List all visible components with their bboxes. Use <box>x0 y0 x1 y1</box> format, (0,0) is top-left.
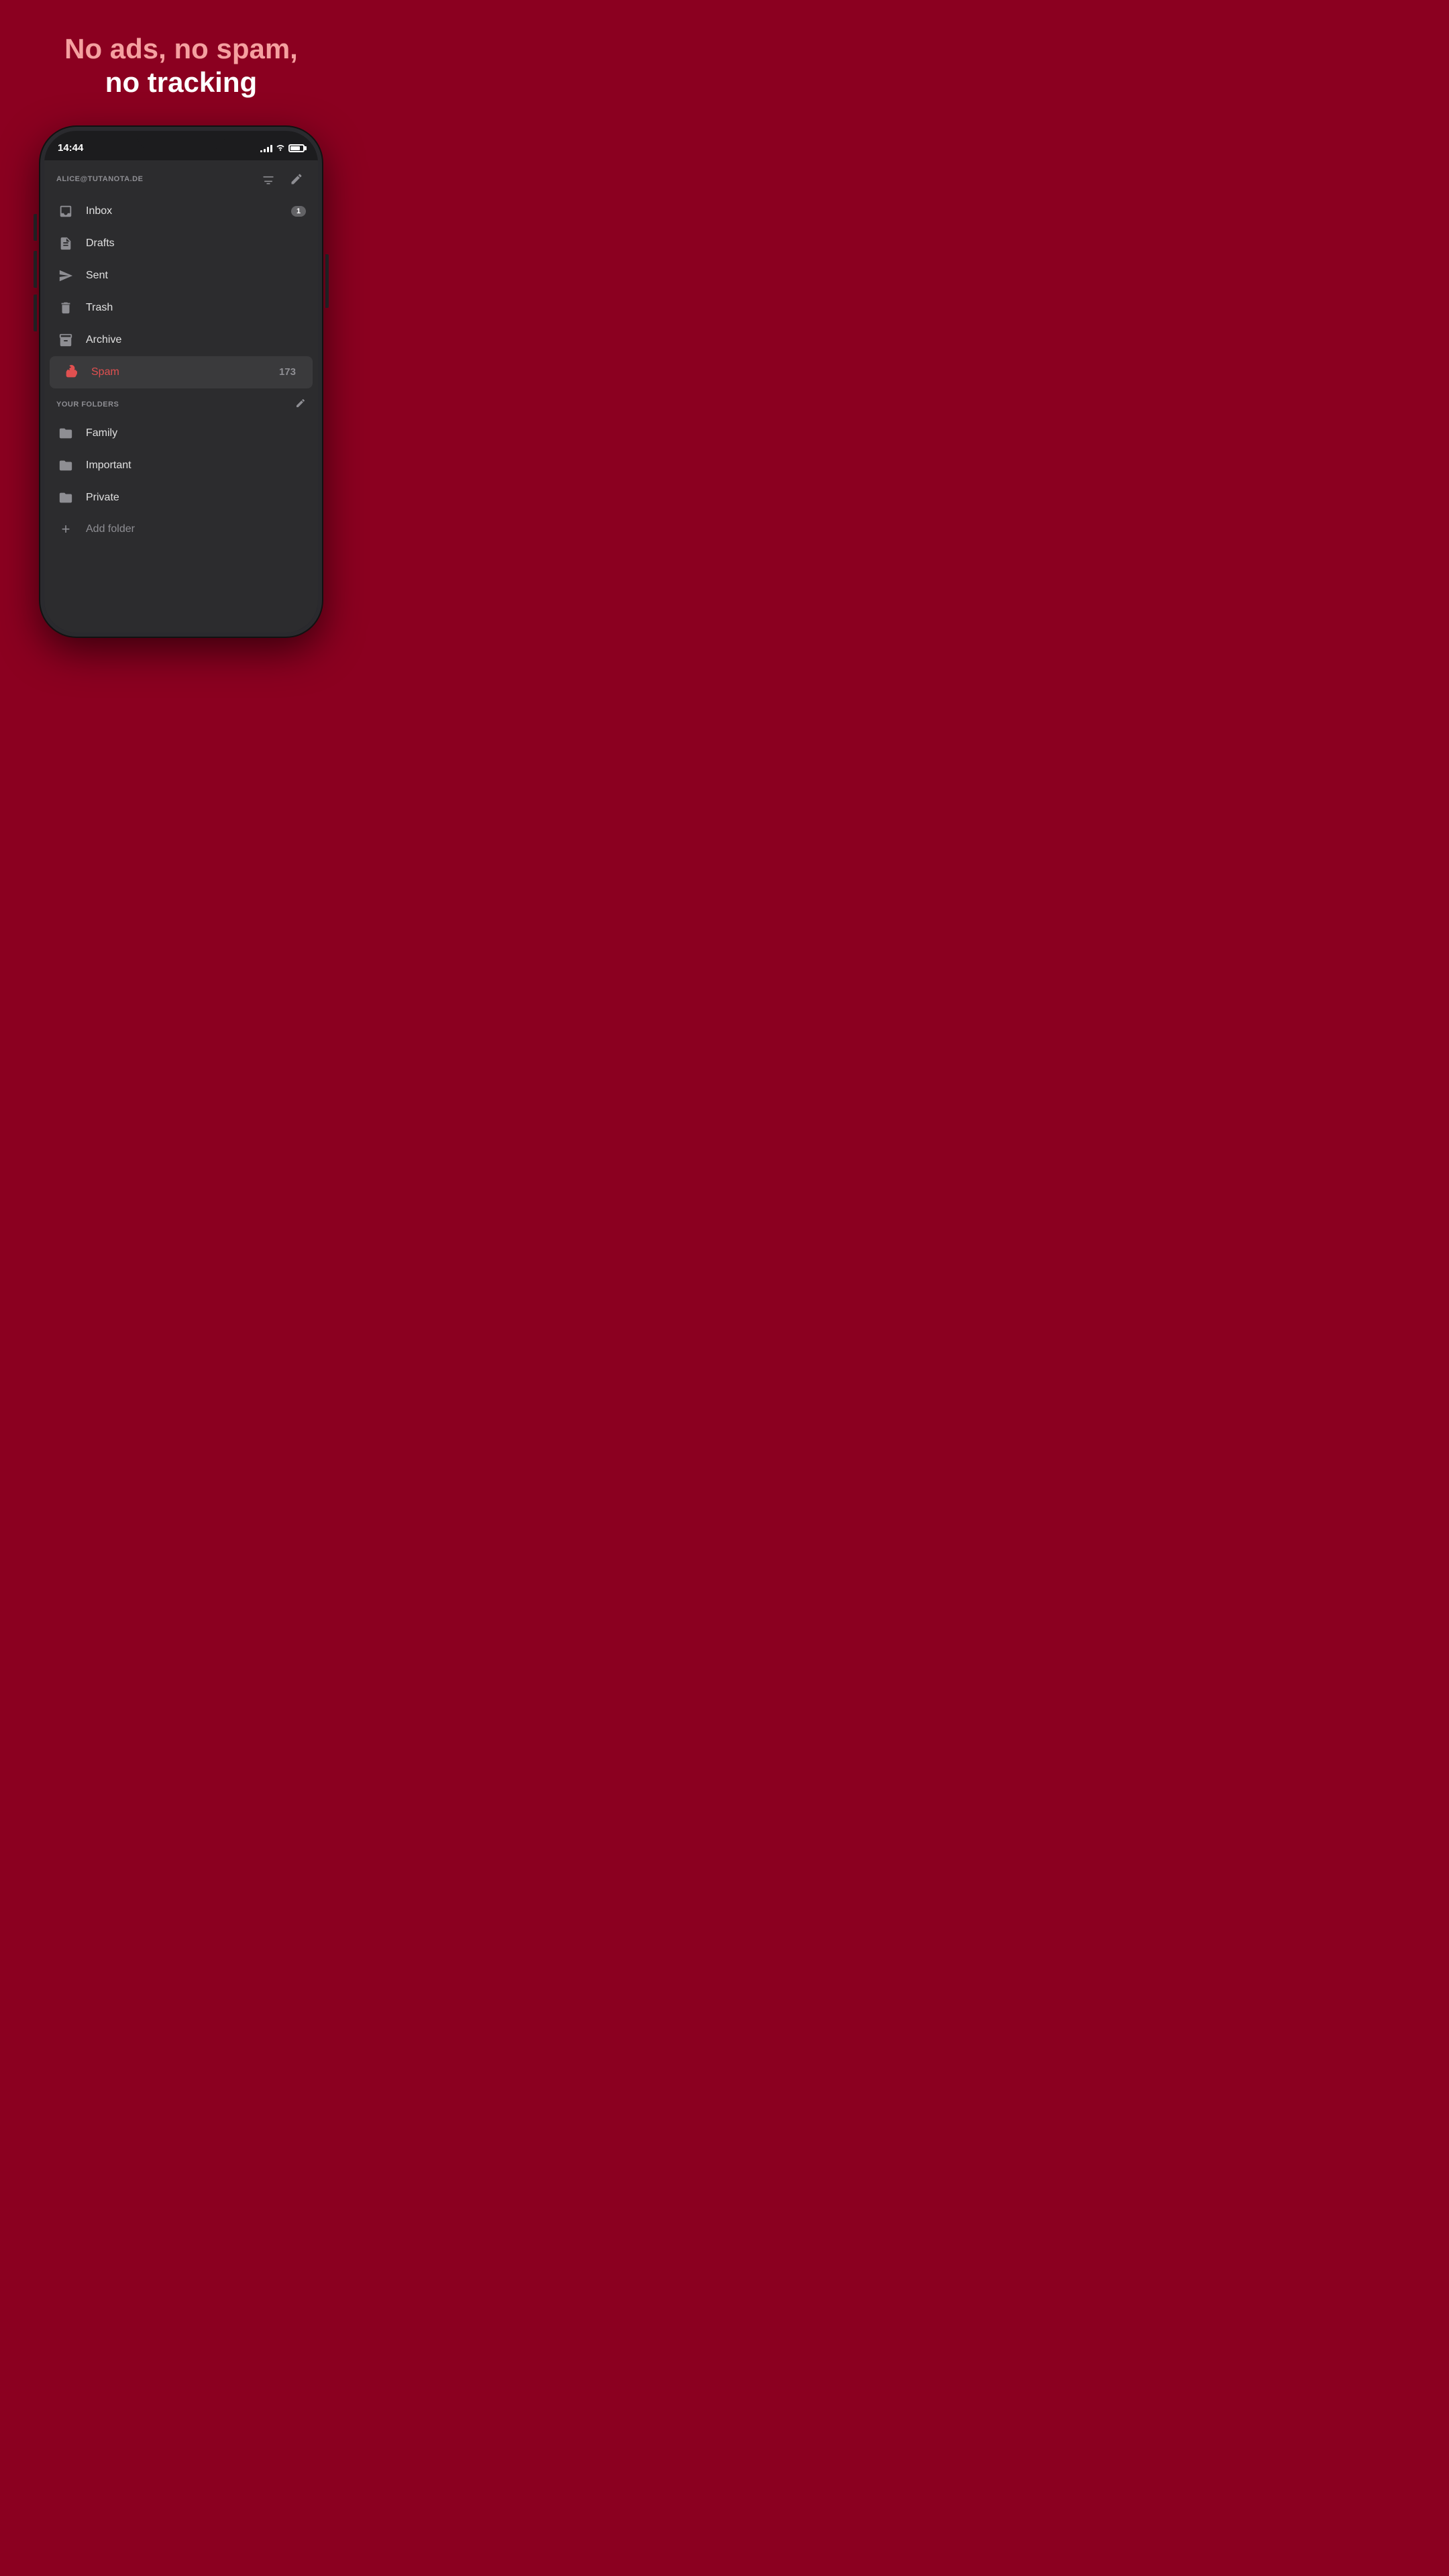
spam-icon <box>62 363 80 382</box>
phone-frame: 14:44 <box>40 127 322 637</box>
archive-label: Archive <box>86 334 306 346</box>
add-folder-item[interactable]: + Add folder <box>44 514 318 545</box>
menu-item-archive[interactable]: Archive <box>44 324 318 356</box>
add-folder-label: Add folder <box>86 523 135 535</box>
folder-label-family: Family <box>86 427 306 439</box>
spam-label: Spam <box>91 366 264 378</box>
menu-item-inbox[interactable]: Inbox 1 <box>44 195 318 227</box>
menu-item-drafts[interactable]: Drafts <box>44 227 318 260</box>
wifi-icon <box>276 143 285 153</box>
status-time: 14:44 <box>58 142 83 154</box>
spam-badge: 173 <box>274 365 301 379</box>
headline-line1: No ads, no spam, <box>64 32 298 66</box>
phone-btn-power <box>325 254 329 308</box>
trash-label: Trash <box>86 302 306 314</box>
menu-item-sent[interactable]: Sent <box>44 260 318 292</box>
sent-label: Sent <box>86 270 306 282</box>
folders-list: Family Important <box>44 417 318 514</box>
folder-label-important: Important <box>86 460 306 472</box>
drafts-icon <box>56 234 75 253</box>
inbox-icon <box>56 202 75 221</box>
filter-icon[interactable] <box>259 170 278 189</box>
menu-item-trash[interactable]: Trash <box>44 292 318 324</box>
folders-edit-icon[interactable] <box>295 398 306 412</box>
signal-icon <box>260 144 272 152</box>
folder-item-important[interactable]: Important <box>44 449 318 482</box>
folder-label-private: Private <box>86 492 306 504</box>
phone-btn-vol-down <box>34 294 37 331</box>
compose-icon[interactable] <box>287 170 306 189</box>
folder-item-family[interactable]: Family <box>44 417 318 449</box>
phone-mockup: 14:44 <box>40 127 322 637</box>
folder-icon-important <box>56 456 75 475</box>
header-icons <box>259 170 306 189</box>
folder-item-private[interactable]: Private <box>44 482 318 514</box>
inbox-label: Inbox <box>86 205 280 217</box>
archive-icon <box>56 331 75 350</box>
app-header: ALICE@TUTANOTA.DE <box>44 160 318 195</box>
battery-icon <box>288 144 305 152</box>
inbox-badge: 1 <box>291 206 306 217</box>
folder-icon-private <box>56 488 75 507</box>
trash-icon <box>56 299 75 317</box>
phone-notch <box>138 131 225 150</box>
folder-icon-family <box>56 424 75 443</box>
app-content: ALICE@TUTANOTA.DE <box>44 160 318 633</box>
status-icons <box>260 143 305 153</box>
phone-btn-vol-up <box>34 251 37 288</box>
add-folder-plus-icon: + <box>56 521 75 538</box>
phone-btn-silent <box>34 214 37 241</box>
menu-list: Inbox 1 Drafts <box>44 195 318 388</box>
headline-line2: no tracking <box>105 66 257 98</box>
account-email: ALICE@TUTANOTA.DE <box>56 175 143 183</box>
headline: No ads, no spam, no tracking <box>38 0 325 120</box>
folders-section-title: YOUR FOLDERS <box>56 400 119 409</box>
drafts-label: Drafts <box>86 237 306 250</box>
folders-section-header: YOUR FOLDERS <box>44 388 318 417</box>
menu-item-spam[interactable]: Spam 173 <box>50 356 313 388</box>
sent-icon <box>56 266 75 285</box>
